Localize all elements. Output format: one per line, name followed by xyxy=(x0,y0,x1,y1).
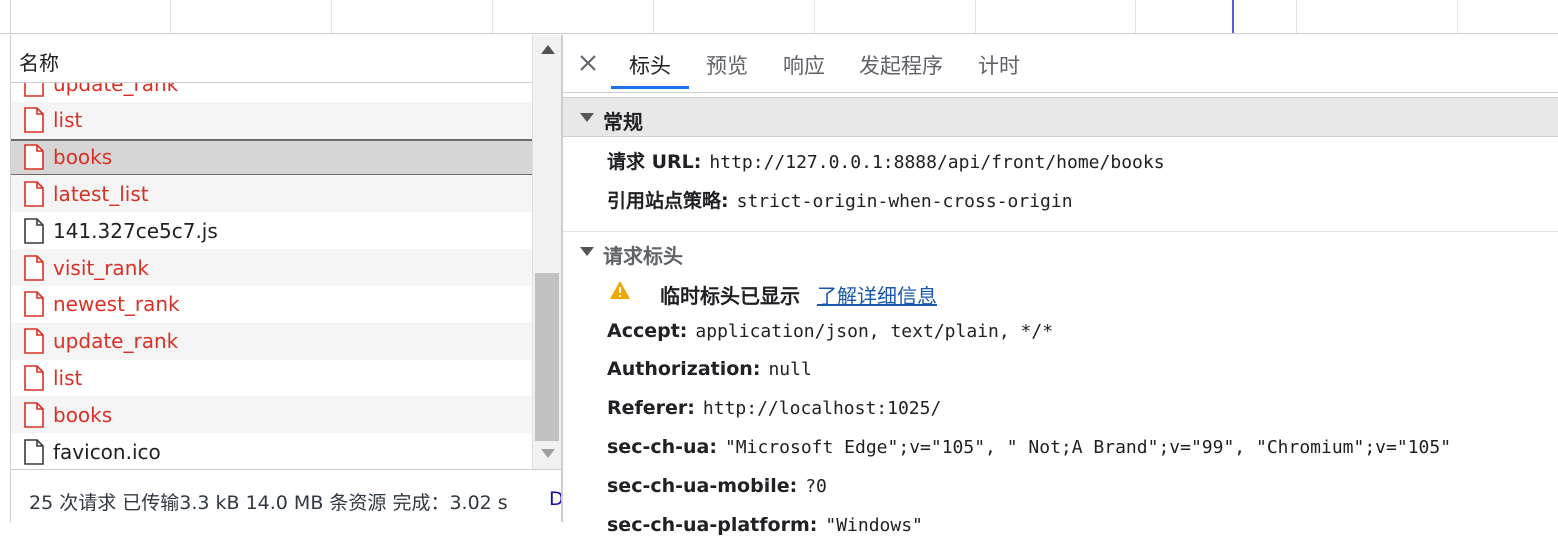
file-icon xyxy=(24,401,44,428)
network-summary-text: 25 次请求 已传输3.3 kB 14.0 MB 条资源 完成：3.02 s xyxy=(29,492,508,514)
file-icon xyxy=(24,438,44,465)
timeline-gridline xyxy=(1135,0,1136,33)
timeline-edge xyxy=(10,0,11,33)
timeline-gridline xyxy=(331,0,332,33)
request-name: favicon.ico xyxy=(53,439,161,464)
request-name: list xyxy=(53,108,83,133)
header-row-sec-ch-ua: sec-ch-ua: "Microsoft Edge";v="105", " No… xyxy=(607,436,1451,458)
request-name: update_rank xyxy=(53,83,179,96)
header-value: "Windows" xyxy=(825,515,923,536)
file-icon xyxy=(24,83,44,97)
timeline-gridline xyxy=(653,0,654,33)
timeline-gridline xyxy=(814,0,815,33)
request-headers-section-title: 请求标头 xyxy=(603,244,683,268)
request-name: newest_rank xyxy=(53,292,180,317)
file-icon xyxy=(24,217,44,244)
header-row-referer: Referer: http://localhost:1025/ xyxy=(607,397,941,419)
request-row[interactable]: 141.327ce5c7.js xyxy=(11,212,532,249)
close-icon[interactable] xyxy=(577,52,599,74)
timeline-gridline xyxy=(1457,0,1458,33)
details-tabbar: 标头 预览 响应 发起程序 计时 xyxy=(563,35,1558,93)
referrer-policy-key: 引用站点策略: xyxy=(607,190,729,212)
general-section-header[interactable]: 常规 xyxy=(563,97,1558,137)
header-value: http://localhost:1025/ xyxy=(702,398,942,419)
header-key: sec-ch-ua-platform: xyxy=(607,514,818,536)
request-list-panel: 名称 update_rank list books latest_list 141.32… xyxy=(10,35,564,522)
request-name: list xyxy=(53,365,83,390)
list-scrollbar[interactable] xyxy=(532,35,562,469)
request-name: 141.327ce5c7.js xyxy=(53,218,218,243)
request-row[interactable]: favicon.ico xyxy=(11,433,532,469)
request-row[interactable]: update_rank xyxy=(11,322,532,360)
timeline-load-marker xyxy=(1232,0,1234,33)
header-row-authorization: Authorization: null xyxy=(607,358,812,380)
file-icon xyxy=(24,328,44,354)
file-icon xyxy=(24,254,44,281)
header-value: ?0 xyxy=(805,476,827,497)
request-name: visit_rank xyxy=(53,255,149,280)
name-column-header[interactable]: 名称 xyxy=(11,35,532,83)
header-key: sec-ch-ua-mobile: xyxy=(607,475,798,497)
request-row[interactable]: list xyxy=(11,101,532,139)
tab-preview[interactable]: 预览 xyxy=(706,50,748,80)
request-row[interactable]: list xyxy=(11,359,532,396)
request-name: update_rank xyxy=(53,329,179,354)
header-row-accept: Accept: application/json, text/plain, */* xyxy=(607,320,1053,342)
header-value: null xyxy=(768,359,812,380)
file-icon xyxy=(24,107,44,134)
tab-headers[interactable]: 标头 xyxy=(629,50,671,80)
request-row[interactable]: books xyxy=(11,396,532,434)
learn-more-link[interactable]: 了解详细信息 xyxy=(817,280,937,309)
scrollbar-thumb[interactable] xyxy=(535,273,559,441)
active-tab-indicator xyxy=(611,86,689,89)
general-section-title: 常规 xyxy=(603,110,643,134)
header-key: Accept: xyxy=(607,320,688,342)
tab-timing[interactable]: 计时 xyxy=(978,50,1020,80)
warning-icon xyxy=(610,281,630,299)
request-row[interactable]: visit_rank xyxy=(11,249,532,286)
request-row[interactable]: books xyxy=(11,138,532,176)
referrer-policy-row: 引用站点策略: strict-origin-when-cross-origin xyxy=(607,186,1073,213)
expand-triangle-icon xyxy=(580,247,594,256)
tab-initiator[interactable]: 发起程序 xyxy=(859,50,943,80)
request-row[interactable]: newest_rank xyxy=(11,286,532,323)
file-icon xyxy=(24,181,44,207)
timeline-gridline xyxy=(1296,0,1297,33)
file-icon xyxy=(24,144,44,170)
request-headers-section-header[interactable]: 请求标头 xyxy=(563,231,1558,271)
header-row-sec-ch-ua-mobile: sec-ch-ua-mobile: ?0 xyxy=(607,475,827,497)
timeline-gridline xyxy=(975,0,976,33)
header-key: Authorization: xyxy=(607,358,761,380)
tab-response[interactable]: 响应 xyxy=(783,50,825,80)
request-name: books xyxy=(53,402,113,427)
file-icon xyxy=(24,365,44,391)
header-key: sec-ch-ua: xyxy=(607,436,717,458)
header-value: application/json, text/plain, */* xyxy=(695,321,1054,342)
header-value: "Microsoft Edge";v="105", " Not;A Brand"… xyxy=(724,437,1452,458)
request-details-panel: 标头 预览 响应 发起程序 计时 常规 请求 URL: http://127.0.… xyxy=(563,35,1558,536)
request-name: books xyxy=(53,145,113,170)
request-rows: update_rank list books latest_list 141.327ce… xyxy=(11,83,532,469)
header-key: Referer: xyxy=(607,397,695,419)
expand-triangle-icon xyxy=(580,113,594,122)
request-row[interactable]: latest_list xyxy=(11,175,532,213)
network-overview-timeline[interactable] xyxy=(0,0,1558,34)
request-url-value: http://127.0.0.1:8888/api/front/home/boo… xyxy=(709,152,1165,173)
file-icon xyxy=(24,291,44,318)
network-summary-bar: 25 次请求 已传输3.3 kB 14.0 MB 条资源 完成：3.02 s D xyxy=(11,469,564,522)
request-name: latest_list xyxy=(53,181,149,206)
warning-text: 临时标头已显示 xyxy=(660,284,800,308)
timeline-gridline xyxy=(170,0,171,33)
referrer-policy-value: strict-origin-when-cross-origin xyxy=(736,191,1073,212)
request-url-key: 请求 URL: xyxy=(607,151,702,173)
name-column-label: 名称 xyxy=(19,51,59,75)
request-url-row: 请求 URL: http://127.0.0.1:8888/api/front/h… xyxy=(607,147,1165,174)
timeline-gridline xyxy=(492,0,493,33)
scroll-down-arrow-icon[interactable] xyxy=(541,449,555,458)
header-row-sec-ch-ua-platform: sec-ch-ua-platform: "Windows" xyxy=(607,514,923,536)
request-row[interactable]: update_rank xyxy=(11,83,532,102)
scroll-up-arrow-icon[interactable] xyxy=(541,45,555,54)
